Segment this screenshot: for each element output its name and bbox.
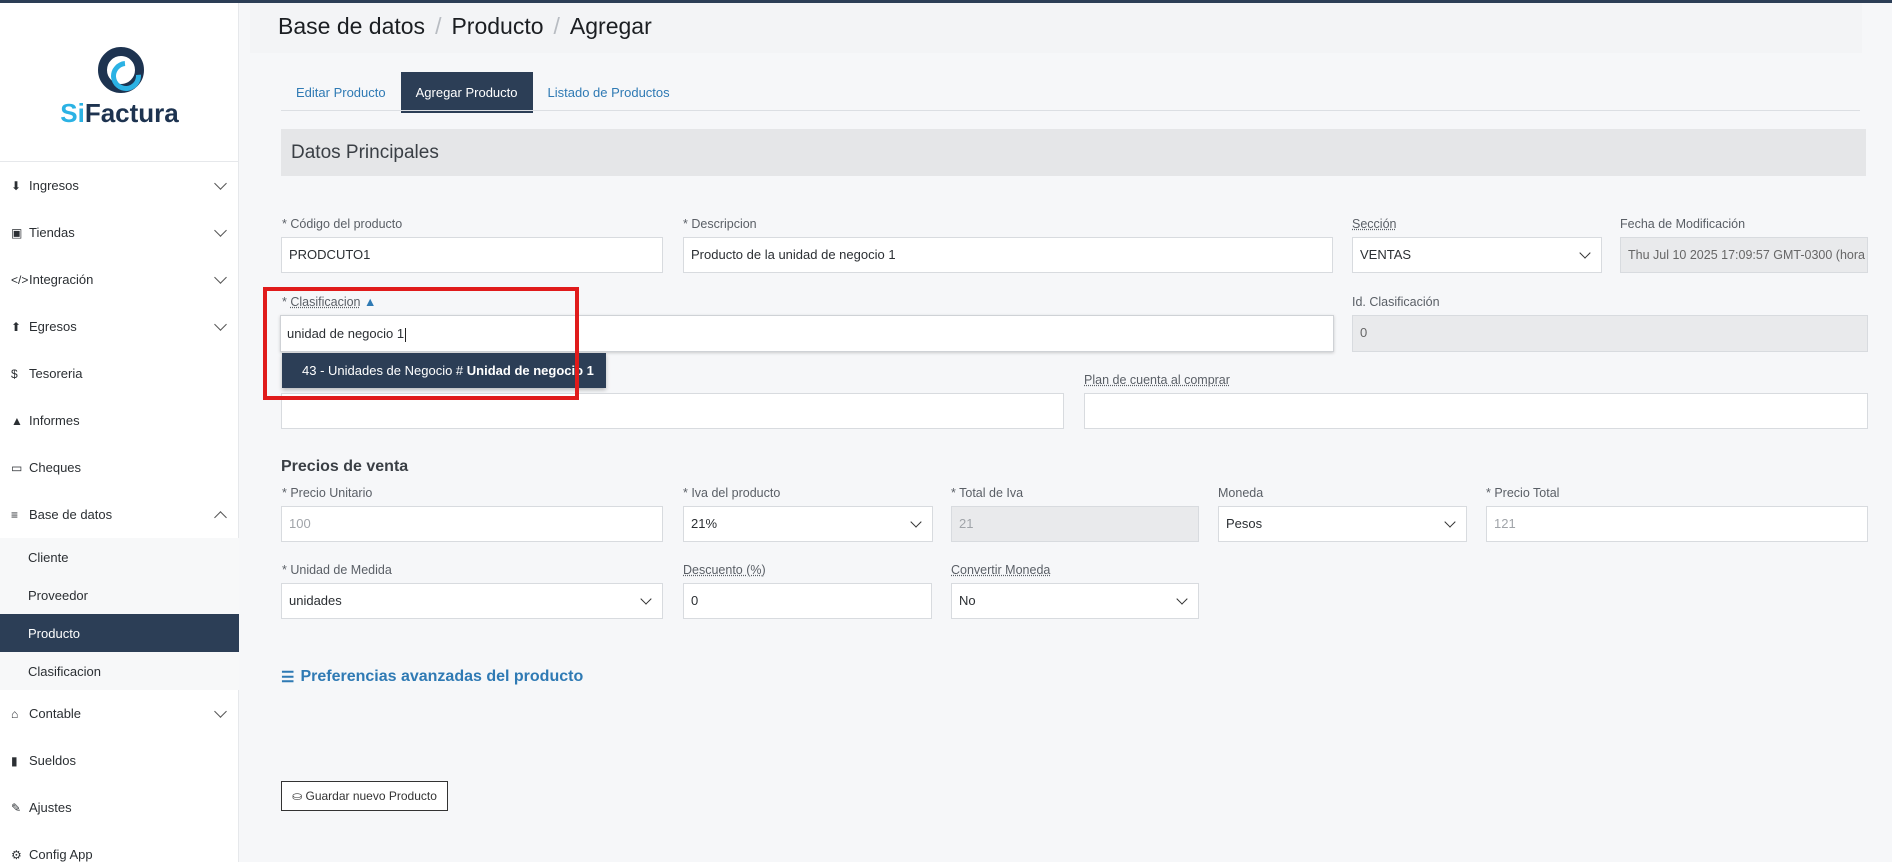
bank-icon: ⌂: [11, 706, 19, 721]
sidebar-item-tiendas[interactable]: ▣ Tiendas: [0, 209, 239, 256]
sidebar-subitem-cliente[interactable]: Cliente: [0, 538, 239, 576]
book-icon: ▮: [11, 753, 18, 768]
dollar-icon: $: [11, 366, 18, 381]
tree-icon: ▲: [364, 295, 377, 309]
tab-agregar-producto[interactable]: Agregar Producto: [400, 72, 533, 113]
chevron-down-icon: [214, 177, 227, 190]
total-iva-input[interactable]: 21: [951, 506, 1199, 542]
fecha-label: Fecha de Modificación: [1620, 217, 1746, 231]
tab-listado-productos[interactable]: Listado de Productos: [533, 72, 685, 113]
wrench-icon: ✎: [11, 800, 22, 815]
breadcrumb-item[interactable]: Producto: [451, 13, 543, 39]
sidebar-item-sueldos[interactable]: ▮ Sueldos: [0, 737, 239, 784]
sidebar-submenu: Cliente Proveedor Producto Clasificacion: [0, 538, 239, 690]
descripcion-input[interactable]: Producto de la unidad de negocio 1: [683, 237, 1333, 273]
codigo-input[interactable]: PRODCUTO1: [281, 237, 663, 273]
tab-divider: [281, 110, 1860, 111]
sidebar-item-contable[interactable]: ⌂ Contable: [0, 690, 239, 737]
convertir-moneda-select[interactable]: No: [951, 583, 1199, 619]
codigo-label: * Código del producto: [282, 217, 403, 231]
unidad-medida-label: * Unidad de Medida: [282, 563, 392, 577]
tab-bar: Editar Producto Agregar Producto Listado…: [281, 72, 685, 113]
plan-compra-label: Plan de cuenta al comprar: [1084, 373, 1230, 387]
logo-text: SiFactura: [60, 98, 179, 128]
precio-total-input[interactable]: 121: [1486, 506, 1868, 542]
main-content: Base de datos / Producto / Agregar Editar Pr…: [240, 3, 1892, 862]
logo-icon: [98, 47, 144, 93]
gears-icon: ⚙: [11, 847, 22, 862]
sidebar-item-egresos[interactable]: ⬆ Egresos: [0, 303, 239, 350]
precio-unitario-input[interactable]: 100: [281, 506, 663, 542]
card-icon: ▭: [11, 460, 23, 475]
precios-heading: Precios de venta: [281, 458, 409, 475]
sidebar-item-cheques[interactable]: ▭ Cheques: [0, 444, 239, 491]
top-accent-bar: [0, 0, 1892, 3]
text-caret: [405, 327, 407, 342]
breadcrumb: Base de datos / Producto / Agregar: [278, 13, 652, 39]
clasificacion-search-input[interactable]: unidad de negocio 1: [280, 315, 1334, 352]
iva-label: * Iva del producto: [683, 486, 781, 500]
sidebar-item-integracion[interactable]: </> Integración: [0, 256, 239, 303]
seccion-select[interactable]: VENTAS: [1352, 237, 1602, 273]
code-icon: </>: [11, 272, 29, 287]
descuento-input[interactable]: 0: [683, 583, 932, 619]
upload-icon: ⬆: [11, 319, 22, 334]
sidebar-subitem-clasificacion[interactable]: Clasificacion: [0, 652, 239, 690]
iva-select[interactable]: 21%: [683, 506, 933, 542]
id-clasificacion-label: Id. Clasificación: [1352, 295, 1440, 309]
clasificacion-label: * Clasificacion ▲: [282, 295, 377, 309]
database-icon: ≡: [11, 507, 19, 522]
breadcrumb-item[interactable]: Base de datos: [278, 13, 425, 39]
plan-cuenta-compra-input[interactable]: [1084, 393, 1868, 429]
chevron-down-icon: [214, 705, 227, 718]
chevron-down-icon: [214, 271, 227, 284]
sidebar-subitem-producto[interactable]: Producto: [0, 614, 239, 652]
precio-unitario-label: * Precio Unitario: [282, 486, 373, 500]
chart-icon: ▲: [11, 413, 23, 428]
sidebar-subitem-proveedor[interactable]: Proveedor: [0, 576, 239, 614]
advanced-preferences-link[interactable]: ☰ Preferencias avanzadas del producto: [281, 668, 583, 686]
clasificacion-suggestion[interactable]: 43 - Unidades de Negocio # Unidad de neg…: [282, 353, 606, 388]
descripcion-label: * Descripcion: [683, 217, 757, 231]
sidebar-item-base-de-datos[interactable]: ≡ Base de datos: [0, 491, 239, 538]
seccion-label: Sección: [1352, 217, 1397, 231]
store-icon: ▣: [11, 225, 23, 240]
chevron-up-icon: [214, 511, 227, 524]
sidebar-item-tesoreria[interactable]: $ Tesoreria: [0, 350, 239, 397]
breadcrumb-current: Agregar: [569, 13, 652, 39]
sidebar: SiFactura ⬇ Ingresos ▣ Tiendas </> Integrac…: [0, 0, 239, 862]
moneda-label: Moneda: [1218, 486, 1264, 500]
plan-cuenta-venta-input[interactable]: [281, 393, 1064, 429]
sidebar-item-config-app[interactable]: ⚙ Config App: [0, 831, 239, 862]
total-iva-label: * Total de Iva: [951, 486, 1024, 500]
unidad-medida-select[interactable]: unidades: [281, 583, 663, 619]
precio-total-label: * Precio Total: [1486, 486, 1560, 500]
download-icon: ⬇: [11, 178, 22, 193]
sliders-icon: ☰: [281, 669, 295, 686]
sidebar-item-informes[interactable]: ▲ Informes: [0, 397, 239, 444]
id-clasificacion-input[interactable]: 0: [1352, 315, 1868, 352]
save-product-button[interactable]: ⛀ Guardar nuevo Producto: [281, 781, 448, 811]
convertir-moneda-label: Convertir Moneda: [951, 563, 1051, 577]
logo[interactable]: SiFactura: [0, 40, 239, 130]
sidebar-menu: ⬇ Ingresos ▣ Tiendas </> Integración ⬆ Egres…: [0, 162, 239, 862]
tab-editar-producto[interactable]: Editar Producto: [281, 72, 401, 113]
moneda-select[interactable]: Pesos: [1218, 506, 1467, 542]
chevron-down-icon: [214, 318, 227, 331]
sidebar-item-ajustes[interactable]: ✎ Ajustes: [0, 784, 239, 831]
section-header: Datos Principales: [281, 129, 1866, 176]
chevron-down-icon: [214, 224, 227, 237]
fecha-input[interactable]: Thu Jul 10 2025 17:09:57 GMT-0300 (hora: [1620, 237, 1868, 273]
descuento-label: Descuento (%): [683, 563, 766, 577]
sidebar-item-ingresos[interactable]: ⬇ Ingresos: [0, 162, 239, 209]
